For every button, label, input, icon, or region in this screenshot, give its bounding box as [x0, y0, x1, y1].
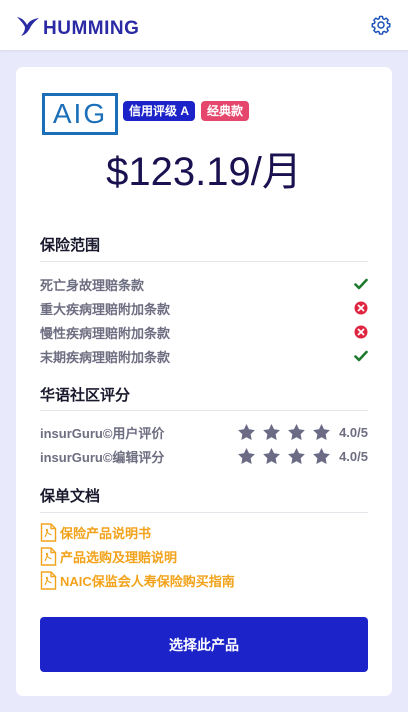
divider — [40, 512, 368, 513]
price: $123.19/月 — [106, 150, 302, 194]
star-icon — [263, 423, 280, 440]
pdf-icon — [40, 547, 57, 566]
coverage-label: 慢性疾病理赔附加条款 — [40, 325, 171, 341]
coverage-label: 重大疾病理赔附加条款 — [40, 301, 171, 317]
brand-name: HUMMING — [43, 18, 140, 39]
rating-stars: 4.0/5 — [237, 423, 368, 442]
coverage-title: 保险范围 — [40, 237, 101, 254]
cross-icon — [354, 325, 368, 339]
star-icon — [238, 423, 255, 440]
credit-rating-badge: 信用评级 A — [123, 101, 196, 121]
documents-title: 保单文档 — [40, 488, 101, 505]
coverage-row: 死亡身故理赔条款 — [40, 274, 368, 294]
star-icon — [313, 423, 330, 440]
hummingbird-icon — [17, 17, 39, 36]
divider — [40, 410, 368, 411]
coverage-row: 慢性疾病理赔附加条款 — [40, 322, 368, 342]
divider — [40, 261, 368, 262]
check-icon — [354, 350, 368, 362]
coverage-label: 死亡身故理赔条款 — [40, 277, 145, 293]
cross-icon — [354, 301, 368, 315]
coverage-row: 重大疾病理赔附加条款 — [40, 298, 368, 318]
star-icon — [288, 447, 305, 464]
insurer-name: AIG — [52, 98, 108, 129]
coverage-row: 末期疾病理赔附加条款 — [40, 346, 368, 366]
select-product-button[interactable]: 选择此产品 — [40, 617, 368, 672]
rating-row: insurGuru©编辑评分 4.0/5 — [40, 446, 368, 466]
document-link[interactable]: NAIC保监会人寿保险购买指南 — [40, 571, 235, 590]
rating-score: 4.0/5 — [339, 448, 368, 464]
document-link[interactable]: 保险产品说明书 — [40, 523, 151, 542]
rating-label: insurGuru©用户评价 — [40, 425, 165, 441]
star-icon — [288, 423, 305, 440]
pdf-icon — [40, 523, 57, 542]
document-link-label[interactable]: NAIC保监会人寿保险购买指南 — [60, 571, 235, 590]
document-link[interactable]: 产品选购及理赔说明 — [40, 547, 177, 566]
rating-row: insurGuru©用户评价 4.0/5 — [40, 422, 368, 442]
check-icon — [354, 278, 368, 290]
coverage-label: 末期疾病理赔附加条款 — [40, 349, 171, 365]
ratings-title: 华语社区评分 — [40, 387, 131, 404]
app-header: HUMMING — [0, 0, 408, 50]
insurer-logo: AIG — [42, 93, 118, 135]
star-icon — [263, 447, 280, 464]
rating-score: 4.0/5 — [339, 424, 368, 440]
pdf-icon — [40, 571, 57, 590]
star-icon — [313, 447, 330, 464]
rating-label: insurGuru©编辑评分 — [40, 449, 165, 465]
gear-icon[interactable] — [370, 14, 392, 36]
rating-stars: 4.0/5 — [237, 447, 368, 466]
product-card: AIG 信用评级 A 经典款 $123.19/月 保险范围 死亡身故理赔条款 重… — [16, 67, 392, 696]
star-icon — [238, 447, 255, 464]
brand-logo[interactable]: HUMMING — [15, 12, 139, 40]
classic-badge: 经典款 — [201, 101, 250, 121]
document-link-label[interactable]: 产品选购及理赔说明 — [60, 547, 177, 566]
document-link-label[interactable]: 保险产品说明书 — [60, 523, 151, 542]
